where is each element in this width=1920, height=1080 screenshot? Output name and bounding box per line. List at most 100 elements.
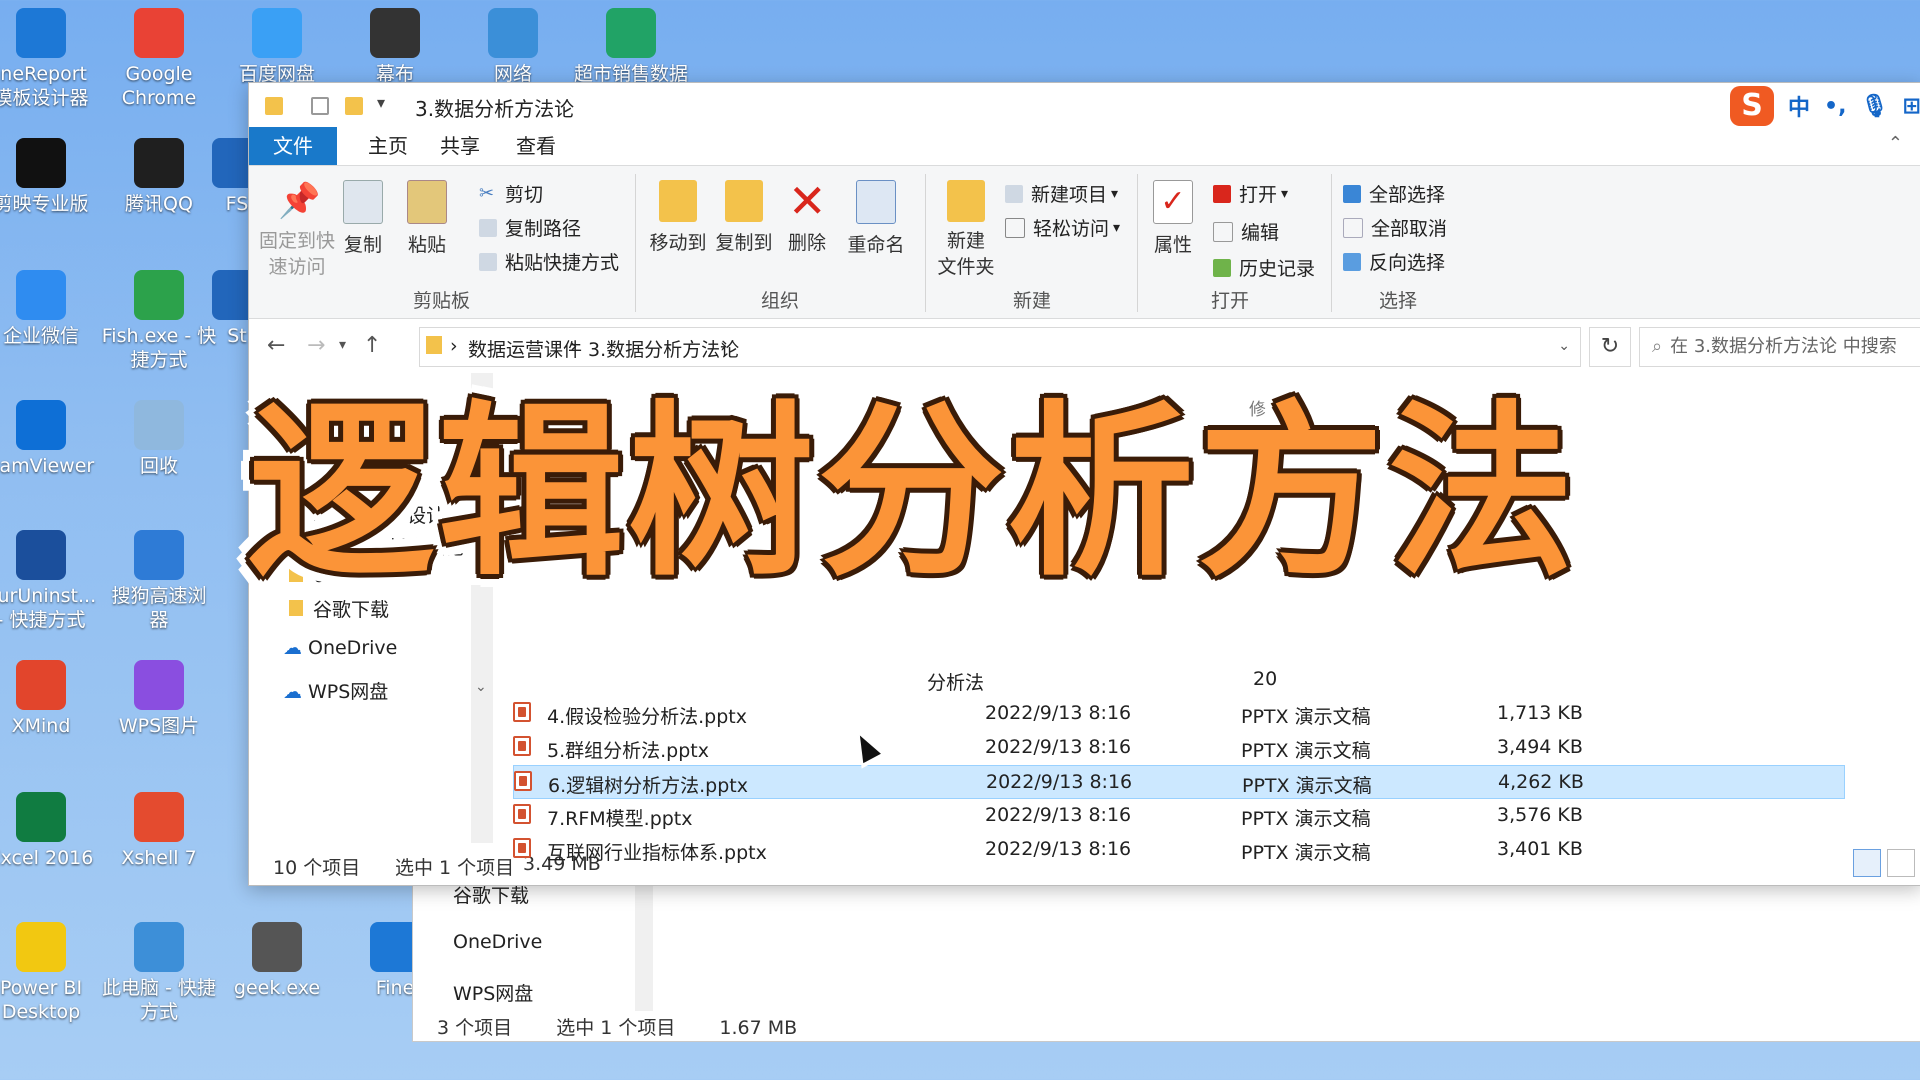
paste-label: 粘贴 — [407, 234, 446, 256]
ime-punctuation-toggle[interactable]: •, — [1824, 94, 1846, 119]
chevron-down-icon: ▾ — [1111, 185, 1119, 202]
invert-selection-button[interactable]: 反向选择 — [1343, 248, 1445, 275]
new-folder-button[interactable]: 新建 文件夹 — [933, 180, 999, 280]
copy-path-button[interactable]: 复制路径 — [479, 214, 581, 241]
desktop-icon[interactable]: ineReport 模板设计器 — [0, 2, 100, 110]
tab-share[interactable]: 共享 — [427, 127, 493, 165]
copy-button[interactable]: 复制 — [337, 180, 389, 257]
select-all-icon — [1343, 184, 1361, 203]
easy-access-button[interactable]: 轻松访问 ▾ — [1005, 214, 1120, 241]
new-item-button[interactable]: 新建项目 ▾ — [1005, 180, 1118, 207]
desktop-icon[interactable]: Google Chrome — [100, 2, 218, 110]
ribbon-separator — [1137, 174, 1138, 312]
paste-shortcut-button[interactable]: 粘贴快捷方式 — [479, 248, 619, 275]
app-icon — [16, 792, 66, 842]
pin-to-quick-access-button[interactable]: 📌 固定到快 速访问 — [259, 180, 335, 280]
file-size: 3,401 KB — [1497, 838, 1583, 860]
desktop-icon[interactable]: 超市销售数据 — [572, 2, 690, 86]
history-label: 历史记录 — [1239, 258, 1316, 280]
back-arrow-icon[interactable]: ← — [267, 333, 285, 358]
move-to-button[interactable]: 移动到 — [645, 180, 711, 255]
properties-button[interactable]: ✓ 属性 — [1147, 180, 1199, 257]
ime-toolbar[interactable]: S 中 •, 🎙 ⊞ — [1730, 86, 1920, 126]
desktop-icon[interactable]: 此电脑 - 快捷 方式 — [100, 916, 218, 1024]
refresh-button[interactable]: ↻ — [1589, 327, 1631, 367]
desktop-icon[interactable]: XMind — [0, 654, 100, 738]
scroll-down-icon[interactable]: ⌄ — [475, 679, 487, 695]
delete-button[interactable]: ✕ 删除 — [781, 174, 833, 255]
desktop-icon[interactable]: ourUninst... - 快捷方式 — [0, 524, 100, 632]
tab-view[interactable]: 查看 — [503, 127, 569, 165]
desktop-icon[interactable]: geek.exe — [218, 916, 336, 1000]
desktop-icon[interactable]: Power BI Desktop — [0, 916, 100, 1024]
desktop-icon-label: ineReport 模板设计器 — [0, 63, 89, 109]
table-row[interactable]: 互联网行业指标体系.pptx 2022/9/13 8:16 PPTX 演示文稿 3,4… — [249, 833, 1843, 865]
delete-x-icon: ✕ — [788, 174, 827, 228]
select-none-button[interactable]: 全部取消 — [1343, 214, 1447, 241]
edit-button[interactable]: 编辑 — [1213, 218, 1279, 245]
breadcrumb-item[interactable]: 数据运营课件 — [468, 335, 582, 362]
sogou-ime-icon[interactable]: S — [1730, 86, 1774, 126]
table-row[interactable]: 6.逻辑树分析方法.pptx 2022/9/13 8:16 PPTX 演示文稿 4,2… — [513, 765, 1845, 799]
table-row[interactable]: 5.群组分析法.pptx 2022/9/13 8:16 PPTX 演示文稿 3,494… — [249, 731, 1843, 763]
desktop-icon[interactable]: 剪映专业版 — [0, 132, 100, 216]
desktop-icon[interactable]: 企业微信 — [0, 264, 100, 348]
title-bar[interactable]: ▾ 3.数据分析方法论 — [249, 83, 1920, 127]
search-input[interactable]: ⌕ 在 3.数据分析方法论 中搜索 — [1639, 327, 1920, 367]
keyboard-icon[interactable]: ⊞ — [1902, 94, 1920, 119]
rename-label: 重命名 — [847, 234, 905, 256]
desktop-icon[interactable]: eamViewer — [0, 394, 100, 478]
back-nav-item-wps[interactable]: WPS网盘 — [453, 979, 533, 1006]
paste-button[interactable]: 粘贴 — [401, 180, 453, 257]
tab-file[interactable]: 文件 — [249, 127, 337, 165]
desktop-icon[interactable]: 百度网盘 — [218, 2, 336, 86]
microphone-icon[interactable]: 🎙 — [1860, 94, 1888, 119]
file-date: 2022/9/13 8:16 — [985, 736, 1132, 758]
tab-home[interactable]: 主页 — [355, 127, 421, 165]
delete-label: 删除 — [787, 232, 826, 254]
file-name: 4.假设检验分析法.pptx — [547, 706, 747, 728]
large-icons-view-icon[interactable] — [1887, 849, 1915, 877]
back-status-selected: 选中 1 个项目 — [556, 1017, 676, 1039]
file-name: 7.RFM模型.pptx — [547, 808, 693, 830]
history-button[interactable]: 历史记录 — [1213, 254, 1315, 281]
back-explorer-window[interactable]: 谷歌下载 OneDrive WPS网盘 3 个项目 选中 1 个项目 1.67 … — [412, 880, 1920, 1042]
new-folder-quick-icon[interactable] — [345, 97, 363, 115]
collapse-ribbon-icon[interactable]: ⌃ — [1888, 133, 1903, 154]
app-icon — [488, 8, 538, 58]
rename-button[interactable]: 重命名 — [841, 180, 911, 257]
details-view-icon[interactable] — [1853, 849, 1881, 877]
desktop-icon[interactable]: 幕布 — [336, 2, 454, 86]
pin-icon: 📌 — [278, 181, 321, 221]
breadcrumb-separator: › — [450, 335, 458, 357]
table-row[interactable]: 7.RFM模型.pptx 2022/9/13 8:16 PPTX 演示文稿 3,576… — [249, 799, 1843, 831]
file-name: 5.群组分析法.pptx — [547, 740, 709, 762]
back-nav-item-onedrive[interactable]: OneDrive — [453, 931, 542, 953]
desktop-icon[interactable]: 网络 — [454, 2, 572, 86]
recent-chevron-down-icon[interactable]: ▾ — [339, 337, 346, 353]
back-scrollbar[interactable] — [635, 881, 653, 1011]
quick-access-dropdown-icon[interactable]: ▾ — [377, 93, 385, 112]
desktop-icon-label: Power BI Desktop — [0, 977, 83, 1023]
open-button[interactable]: 打开 ▾ — [1213, 180, 1288, 207]
table-row[interactable]: 4.假设检验分析法.pptx 2022/9/13 8:16 PPTX 演示文稿 1,7… — [249, 697, 1843, 729]
address-bar[interactable]: › 数据运营课件 › 3.数据分析方法论 › ⌄ — [419, 327, 1581, 367]
cut-button[interactable]: ✂ 剪切 — [479, 180, 543, 207]
properties-check-icon[interactable] — [311, 97, 329, 115]
edit-icon — [1213, 221, 1233, 242]
copy-to-button[interactable]: 复制到 — [711, 180, 777, 255]
table-row[interactable]: 分析法 20 — [513, 663, 1843, 695]
paste-shortcut-label: 粘贴快捷方式 — [505, 252, 620, 274]
desktop-icon[interactable]: Excel 2016 — [0, 786, 100, 870]
up-arrow-icon[interactable]: ↑ — [363, 333, 381, 358]
nav-item-onedrive[interactable]: ☁ OneDrive — [283, 637, 473, 659]
folder-icon — [426, 336, 442, 354]
breadcrumb-item[interactable]: 3.数据分析方法论 — [588, 335, 739, 362]
address-chevron-down-icon[interactable]: ⌄ — [1558, 338, 1570, 354]
desktop-icon[interactable]: WPS图片 — [100, 654, 218, 738]
desktop-icon[interactable]: Xshell 7 — [100, 786, 218, 870]
invert-selection-label: 反向选择 — [1369, 252, 1446, 274]
select-all-button[interactable]: 全部选择 — [1343, 180, 1445, 207]
ime-language-toggle[interactable]: 中 — [1788, 90, 1810, 122]
forward-arrow-icon[interactable]: → — [307, 333, 325, 358]
